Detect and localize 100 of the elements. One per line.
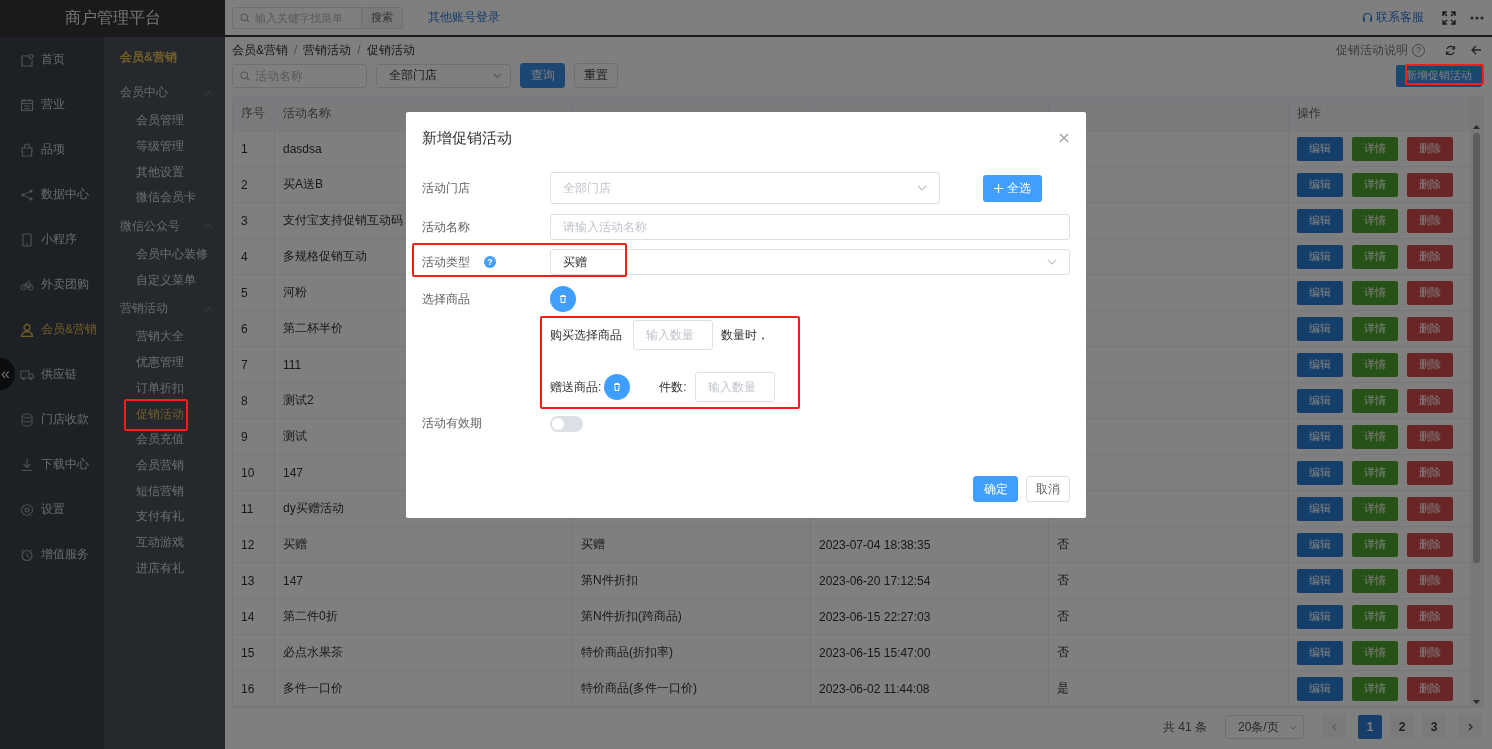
- detail-button[interactable]: 详情: [1352, 568, 1398, 593]
- delete-button[interactable]: 删除: [1407, 460, 1453, 485]
- detail-button[interactable]: 详情: [1352, 532, 1398, 557]
- nav-item[interactable]: 供应链: [20, 352, 77, 397]
- scroll-up-icon[interactable]: [1473, 125, 1480, 129]
- nav-item[interactable]: 下载中心: [20, 442, 89, 487]
- nav-subitem[interactable]: 优惠管理: [104, 349, 225, 376]
- scrollbar-thumb[interactable]: [1473, 133, 1480, 563]
- edit-button[interactable]: 编辑: [1297, 388, 1343, 413]
- detail-button[interactable]: 详情: [1352, 352, 1398, 377]
- page-button[interactable]: 1: [1358, 715, 1382, 739]
- support-link[interactable]: 联系客服: [1362, 9, 1424, 26]
- query-button[interactable]: 查询: [520, 63, 565, 88]
- page-button[interactable]: 3: [1422, 715, 1446, 739]
- back-arrow-icon[interactable]: [1471, 45, 1482, 55]
- edit-button[interactable]: 编辑: [1297, 676, 1343, 701]
- nav-subitem[interactable]: 营销大全: [104, 324, 225, 350]
- delete-button[interactable]: 删除: [1407, 352, 1453, 377]
- delete-button[interactable]: 删除: [1407, 640, 1453, 665]
- delete-button[interactable]: 删除: [1407, 424, 1453, 449]
- edit-button[interactable]: 编辑: [1297, 532, 1343, 557]
- nav-subitem[interactable]: 互动游戏: [104, 529, 225, 556]
- collapse-button[interactable]: «: [0, 358, 15, 390]
- delete-button[interactable]: 删除: [1407, 532, 1453, 557]
- name-field[interactable]: 请输入活动名称: [550, 214, 1070, 240]
- breadcrumb-link[interactable]: 营销活动: [303, 41, 352, 59]
- scroll-down-icon[interactable]: [1473, 700, 1480, 704]
- type-select[interactable]: 买赠: [550, 249, 1070, 275]
- nav-item[interactable]: 品项: [20, 127, 65, 172]
- delete-button[interactable]: 删除: [1407, 208, 1453, 233]
- nav-item[interactable]: 首页: [20, 37, 65, 82]
- nav-item[interactable]: 门店收款: [20, 397, 89, 442]
- nav-group[interactable]: 微信公众号: [104, 210, 225, 242]
- store-select[interactable]: 全部门店: [550, 172, 940, 204]
- edit-button[interactable]: 编辑: [1297, 172, 1343, 197]
- next-page-button[interactable]: [1458, 715, 1482, 739]
- edit-button[interactable]: 编辑: [1297, 496, 1343, 521]
- more-icon[interactable]: [1470, 15, 1484, 20]
- detail-button[interactable]: 详情: [1352, 460, 1398, 485]
- detail-button[interactable]: 详情: [1352, 136, 1398, 161]
- detail-button[interactable]: 详情: [1352, 604, 1398, 629]
- detail-button[interactable]: 详情: [1352, 496, 1398, 521]
- trash-button[interactable]: [604, 374, 631, 400]
- search-button[interactable]: 搜索: [362, 6, 403, 29]
- delete-button[interactable]: 删除: [1407, 244, 1453, 269]
- detail-button[interactable]: 详情: [1352, 388, 1398, 413]
- detail-button[interactable]: 详情: [1352, 244, 1398, 269]
- nav-item[interactable]: 会员&营销: [20, 307, 97, 352]
- delete-button[interactable]: 删除: [1407, 496, 1453, 521]
- page-button[interactable]: 2: [1390, 715, 1414, 739]
- delete-button[interactable]: 删除: [1407, 388, 1453, 413]
- reset-button[interactable]: 重置: [574, 63, 618, 88]
- delete-button[interactable]: 删除: [1407, 280, 1453, 305]
- delete-button[interactable]: 删除: [1407, 172, 1453, 197]
- edit-button[interactable]: 编辑: [1297, 568, 1343, 593]
- nav-item[interactable]: 增值服务: [20, 532, 89, 577]
- edit-button[interactable]: 编辑: [1297, 604, 1343, 629]
- edit-button[interactable]: 编辑: [1297, 280, 1343, 305]
- breadcrumb-link[interactable]: 会员&营销: [232, 41, 288, 59]
- nav-subitem[interactable]: 进店有礼: [104, 555, 225, 581]
- delete-button[interactable]: 删除: [1407, 316, 1453, 341]
- help-link[interactable]: 促销活动说明 ?: [1336, 41, 1425, 59]
- login-link[interactable]: 其他账号登录: [428, 9, 500, 26]
- detail-button[interactable]: 详情: [1352, 424, 1398, 449]
- detail-button[interactable]: 详情: [1352, 208, 1398, 233]
- detail-button[interactable]: 详情: [1352, 316, 1398, 341]
- edit-button[interactable]: 编辑: [1297, 208, 1343, 233]
- close-icon[interactable]: [1059, 133, 1069, 143]
- nav-item[interactable]: 小程序: [20, 217, 77, 262]
- store-select[interactable]: 全部门店: [376, 63, 511, 88]
- confirm-button[interactable]: 确定: [973, 476, 1018, 502]
- validity-toggle[interactable]: [550, 415, 583, 432]
- nav-subitem[interactable]: 支付有礼: [104, 503, 225, 530]
- page-size-select[interactable]: 20条/页: [1225, 715, 1304, 739]
- detail-button[interactable]: 详情: [1352, 676, 1398, 701]
- nav-subitem[interactable]: 促销活动: [104, 401, 225, 427]
- edit-button[interactable]: 编辑: [1297, 640, 1343, 665]
- nav-item[interactable]: 营业: [20, 82, 65, 127]
- edit-button[interactable]: 编辑: [1297, 352, 1343, 377]
- detail-button[interactable]: 详情: [1352, 280, 1398, 305]
- fullscreen-icon[interactable]: [1442, 10, 1456, 25]
- nav-item[interactable]: 数据中心: [20, 172, 89, 217]
- cancel-button[interactable]: 取消: [1026, 476, 1070, 502]
- nav-item[interactable]: 外卖团购: [20, 262, 89, 307]
- edit-button[interactable]: 编辑: [1297, 316, 1343, 341]
- edit-button[interactable]: 编辑: [1297, 244, 1343, 269]
- delete-button[interactable]: 删除: [1407, 676, 1453, 701]
- refresh-icon[interactable]: [1445, 44, 1456, 56]
- nav-subitem[interactable]: 自定义菜单: [104, 267, 225, 294]
- select-all-button[interactable]: 全选: [983, 174, 1042, 202]
- edit-button[interactable]: 编辑: [1297, 136, 1343, 161]
- delete-button[interactable]: 删除: [1407, 604, 1453, 629]
- edit-button[interactable]: 编辑: [1297, 460, 1343, 485]
- nav-subitem[interactable]: 等级管理: [104, 133, 225, 160]
- trash-button[interactable]: [550, 286, 576, 312]
- detail-button[interactable]: 详情: [1352, 640, 1398, 665]
- detail-button[interactable]: 详情: [1352, 172, 1398, 197]
- delete-button[interactable]: 删除: [1407, 136, 1453, 161]
- edit-button[interactable]: 编辑: [1297, 424, 1343, 449]
- delete-button[interactable]: 删除: [1407, 568, 1453, 593]
